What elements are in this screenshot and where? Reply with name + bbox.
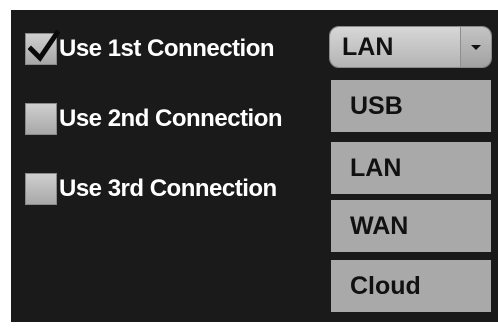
use-1st-connection-label: Use 1st Connection: [59, 35, 275, 62]
use-1st-connection-checkbox[interactable]: [25, 30, 60, 65]
connection-row-3: Use 3rd Connection: [25, 172, 277, 206]
checkmark-icon: [28, 30, 60, 62]
use-3rd-connection-label: Use 3rd Connection: [59, 175, 277, 202]
connection-row-2: Use 2nd Connection: [25, 102, 283, 136]
connection-type-dropdown[interactable]: LAN: [329, 26, 492, 68]
use-3rd-connection-checkbox[interactable]: [25, 173, 57, 205]
connection-type-selected-value: LAN: [330, 27, 460, 67]
dropdown-option-usb[interactable]: USB: [331, 80, 491, 132]
connection-panel: Use 1st Connection Use 2nd Connection Us…: [11, 10, 498, 322]
use-2nd-connection-label: Use 2nd Connection: [59, 105, 283, 132]
use-2nd-connection-checkbox[interactable]: [25, 103, 57, 135]
connection-row-1: Use 1st Connection: [25, 30, 275, 66]
dropdown-option-lan[interactable]: LAN: [331, 142, 491, 194]
dropdown-option-wan[interactable]: WAN: [331, 200, 491, 252]
dropdown-option-cloud[interactable]: Cloud: [331, 260, 491, 312]
caret-down-icon: [471, 45, 481, 50]
dropdown-toggle-button[interactable]: [460, 27, 491, 67]
